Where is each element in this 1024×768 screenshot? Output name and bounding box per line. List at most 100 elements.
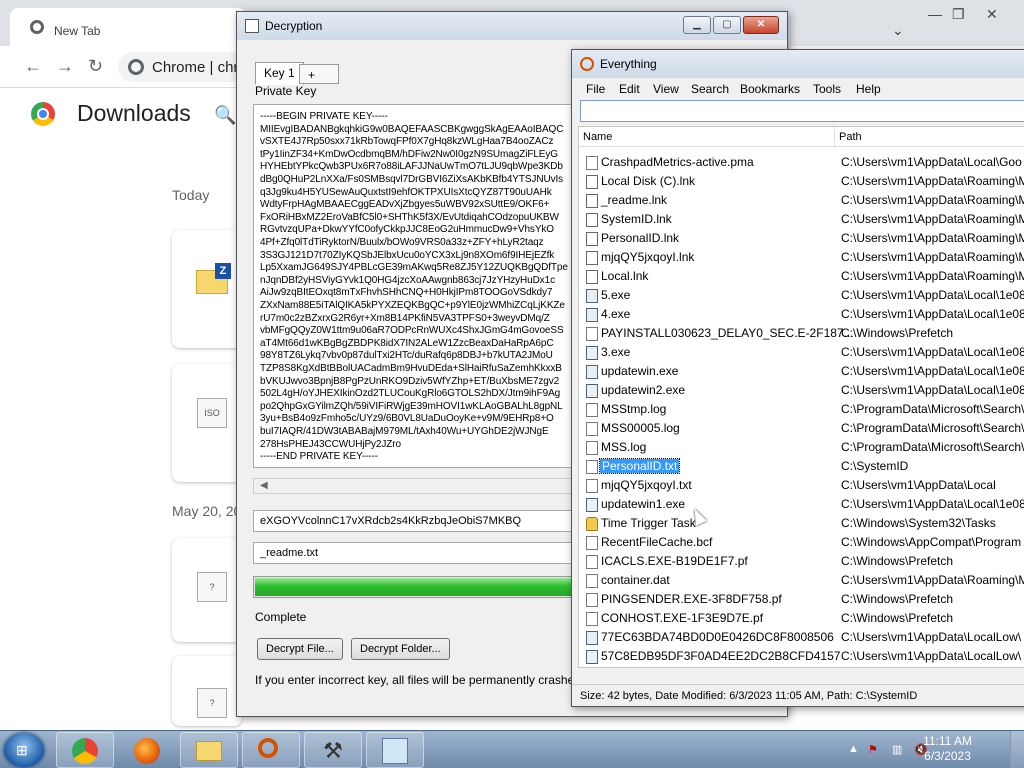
result-row[interactable]: PAYINSTALL030623_DELAY0_SEC.E-2F187... C:… (579, 324, 1024, 343)
result-row[interactable]: _readme.lnk C:\Users\vm1\AppData\Roaming\… (579, 191, 1024, 210)
menu-view[interactable]: View (653, 82, 679, 96)
taskbar-tool[interactable]: ⚒ (304, 732, 362, 768)
result-row[interactable]: updatewin2.exe C:\Users\vm1\AppData\Local… (579, 381, 1024, 400)
result-path: C:\Windows\Prefetch (841, 554, 954, 568)
result-row[interactable]: mjqQY5jxqoyI.txt C:\Users\vm1\AppData\Loc… (579, 476, 1024, 495)
taskbar-firefox[interactable] (118, 732, 176, 768)
horizontal-scrollbar[interactable]: ◀ (253, 478, 573, 494)
show-desktop-button[interactable] (1010, 731, 1024, 768)
maximize-button[interactable]: ▢ (713, 16, 741, 34)
result-name: 5.exe (601, 288, 631, 302)
menu-tools[interactable]: Tools (813, 82, 841, 96)
download-card[interactable]: ? (172, 538, 242, 642)
private-key-textarea[interactable]: -----BEGIN PRIVATE KEY----- MIIEvgIBADANB… (253, 104, 573, 468)
column-header-name[interactable]: Name (579, 127, 835, 147)
result-row[interactable]: 4.exe C:\Users\vm1\AppData\Local\1e08 (579, 305, 1024, 324)
file-file-icon (586, 460, 598, 474)
status-label: Complete (255, 610, 307, 624)
chrome-maximize-icon[interactable]: ❐ (952, 6, 965, 23)
result-row[interactable]: data.safe.binC:\Users\vm1\AppData\Roamin… (579, 666, 1024, 667)
result-row[interactable]: updatewin.exe C:\Users\vm1\AppData\Local\… (579, 362, 1024, 381)
result-row[interactable]: CrashpadMetrics-active.pma C:\Users\vm1\A… (579, 153, 1024, 172)
private-key-line: dBg0QHuP2LnXXa/Fs0SMBsqvl7DrGBVI6ZiXsAKb… (260, 174, 564, 185)
minimize-button[interactable]: ▁ (683, 16, 711, 34)
everything-titlebar[interactable]: Everything (572, 50, 1024, 78)
column-header-path[interactable]: Path (835, 127, 1024, 147)
menu-help[interactable]: Help (856, 82, 881, 96)
scroll-left-icon[interactable]: ◀ (260, 480, 268, 491)
private-key-line: WdtyFrpHAgMBAAECggEADvXjZbgyes5uWBV92xSU… (260, 199, 550, 211)
search-icon[interactable]: 🔍 (214, 105, 236, 126)
decrypt-file-button[interactable]: Decrypt File... (257, 638, 343, 660)
file-file-icon (586, 574, 598, 588)
tab-key-1[interactable]: Key 1 (255, 62, 304, 85)
result-row[interactable]: mjqQY5jxqoyI.lnk C:\Users\vm1\AppData\Roa… (579, 248, 1024, 267)
result-path: C:\Users\vm1\AppData\Local\1e08 (841, 345, 1024, 359)
private-key-line: rU7m0c2zBZxrxG2R6yr+Xm8B14PKfiN5VA3TPFS0… (260, 312, 550, 324)
action-center-icon[interactable]: ⚑ (868, 743, 878, 756)
lock-file-icon (586, 517, 598, 531)
result-row[interactable]: SystemID.lnk C:\Users\vm1\AppData\Roaming… (579, 210, 1024, 229)
decryption-titlebar[interactable]: Decryption ▁ ▢ ✕ (237, 12, 787, 40)
result-row[interactable]: Time Trigger Task C:\Windows\System32\Tas… (579, 514, 1024, 533)
result-row[interactable]: ICACLS.EXE-B19DE1F7.pf C:\Windows\Prefetc… (579, 552, 1024, 571)
decrypt-folder-button[interactable]: Decrypt Folder... (351, 638, 450, 660)
menu-search[interactable]: Search (691, 82, 729, 96)
chrome-tab-dropdown-icon[interactable]: ⌄ (892, 22, 904, 39)
private-key-line: 4Pf+Zfq0lTdTiRyktorN/Buulx/bOWo9VRS0a33z… (260, 237, 544, 248)
result-row[interactable]: MSS00005.log C:\ProgramData\Microsoft\Sea… (579, 419, 1024, 438)
menu-bookmarks[interactable]: Bookmarks (740, 82, 800, 96)
result-row[interactable]: PersonalID.lnk C:\Users\vm1\AppData\Roami… (579, 229, 1024, 248)
menu-file[interactable]: File (586, 82, 605, 96)
download-card[interactable]: ? (172, 656, 242, 726)
file-input[interactable]: _readme.txt (253, 542, 573, 564)
taskbar-notepad[interactable] (366, 732, 424, 768)
close-button[interactable]: ✕ (743, 16, 779, 34)
result-row[interactable]: MSStmp.log C:\ProgramData\Microsoft\Searc… (579, 400, 1024, 419)
chrome-minimize-icon[interactable]: — (928, 6, 942, 22)
download-card[interactable]: Z (172, 230, 242, 348)
result-row[interactable]: updatewin1.exe C:\Users\vm1\AppData\Local… (579, 495, 1024, 514)
forward-icon[interactable]: → (56, 56, 74, 77)
tab-add[interactable]: + (299, 64, 339, 84)
key-input[interactable]: eXGOYVcolnnC17vXRdcb2s4KkRzbqJeObiS7MKBQ (253, 510, 573, 532)
decryption-progress-bar (253, 576, 573, 598)
chrome-close-icon[interactable]: ✕ (986, 6, 998, 23)
result-row[interactable]: container.dat C:\Users\vm1\AppData\Roamin… (579, 571, 1024, 590)
taskbar-chrome[interactable] (56, 732, 114, 768)
result-row[interactable]: PersonalID.txt C:\SystemID (579, 457, 1024, 476)
menu-edit[interactable]: Edit (619, 82, 640, 96)
result-row[interactable]: 5.exe C:\Users\vm1\AppData\Local\1e08 (579, 286, 1024, 305)
private-key-line: 502L4gH/oYJHEXIkinOzd2TLUCouKgRlo6GTOLS2… (260, 388, 561, 400)
tray-expand-icon[interactable]: ▲ (848, 743, 859, 755)
result-row[interactable]: CONHOST.EXE-1F3E9D7E.pf C:\Windows\Prefet… (579, 609, 1024, 628)
result-row[interactable]: Local Disk (C).lnk C:\Users\vm1\AppData\R… (579, 172, 1024, 191)
lnk-file-icon (586, 213, 598, 227)
reload-icon[interactable]: ↻ (88, 56, 103, 77)
result-path: C:\Windows\System32\Tasks (841, 516, 996, 530)
start-button[interactable]: ⊞ (4, 733, 44, 767)
result-name: ICACLS.EXE-B19DE1F7.pf (601, 554, 748, 568)
status-bar: Size: 42 bytes, Date Modified: 6/3/2023 … (572, 684, 1024, 706)
download-card[interactable]: ISO (172, 364, 242, 482)
result-row[interactable]: Local.lnk C:\Users\vm1\AppData\Roaming\M (579, 267, 1024, 286)
result-row[interactable]: MSS.log C:\ProgramData\Microsoft\Search\ (579, 438, 1024, 457)
file-file-icon (586, 422, 598, 436)
result-name: PAYINSTALL030623_DELAY0_SEC.E-2F187... (601, 326, 854, 340)
result-row[interactable]: 77EC63BDA74BD0D0E0426DC8F8008506 C:\Users… (579, 628, 1024, 647)
result-row[interactable]: 3.exe C:\Users\vm1\AppData\Local\1e08 (579, 343, 1024, 362)
archive-file-icon: Z (196, 263, 231, 294)
result-name: 57C8EDB95DF3F0AD4EE2DC2B8CFD4157 (601, 649, 841, 663)
result-name: PINGSENDER.EXE-3F8DF758.pf (601, 592, 782, 606)
chrome-tab-new-tab[interactable]: New Tab (10, 8, 246, 46)
taskbar-explorer[interactable] (180, 732, 238, 768)
result-row[interactable]: RecentFileCache.bcf C:\Windows\AppCompat\… (579, 533, 1024, 552)
result-row[interactable]: 57C8EDB95DF3F0AD4EE2DC2B8CFD4157 C:\Users… (579, 647, 1024, 666)
back-icon[interactable]: ← (24, 56, 42, 77)
clock[interactable]: 11:11 AM 6/3/2023 (923, 734, 972, 764)
network-icon[interactable]: ▥ (892, 743, 902, 756)
result-row[interactable]: PINGSENDER.EXE-3F8DF758.pf C:\Windows\Pre… (579, 590, 1024, 609)
taskbar-everything[interactable] (242, 732, 300, 768)
search-input[interactable] (580, 100, 1024, 122)
chrome-site-icon (128, 59, 144, 75)
